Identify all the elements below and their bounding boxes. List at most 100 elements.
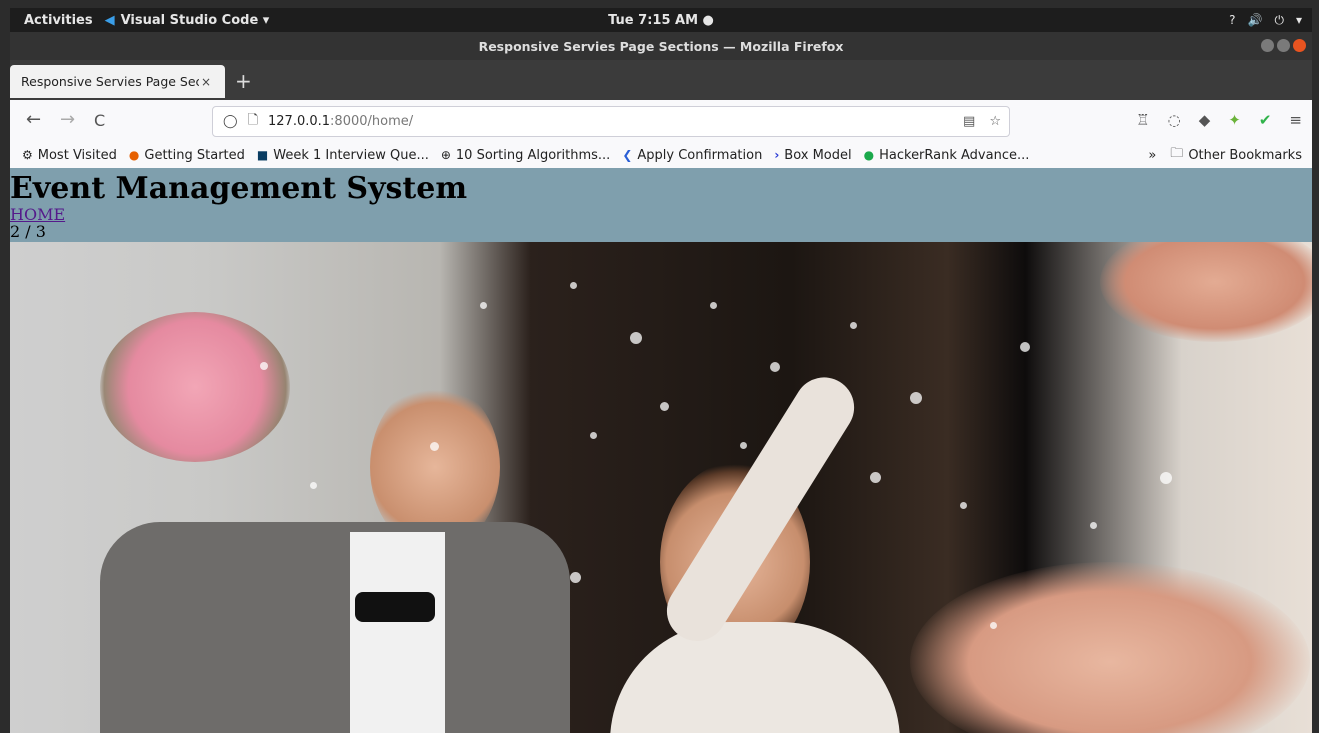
vscode-icon: ◀ xyxy=(104,12,115,28)
confetti xyxy=(1160,472,1172,484)
bow-tie-shape xyxy=(355,592,435,622)
guest-hand-top-shape xyxy=(1100,242,1312,342)
confetti xyxy=(310,482,317,489)
system-top-bar: Activities ◀ Visual Studio Code ▾ Tue 7:… xyxy=(10,8,1312,32)
download-extension-icon[interactable]: ✦ xyxy=(1228,111,1241,129)
forward-button[interactable]: → xyxy=(60,109,75,130)
app-name: Visual Studio Code ▾ xyxy=(120,12,270,28)
reader-view-icon[interactable]: ▤ xyxy=(963,114,975,129)
bookmark-label: HackerRank Advance... xyxy=(879,147,1030,163)
confetti xyxy=(480,302,487,309)
confetti xyxy=(570,282,577,289)
url-host: 127.0.0.1 xyxy=(268,114,331,129)
window-title-bar: Responsive Servies Page Sections — Mozil… xyxy=(10,32,1312,60)
shield-icon[interactable]: ◯ xyxy=(223,114,238,129)
window-controls xyxy=(1261,39,1306,52)
help-icon: ? xyxy=(1229,13,1236,27)
confetti xyxy=(850,322,857,329)
url-path: :8000/home/ xyxy=(330,114,414,129)
bookmark-getting-started[interactable]: ● Getting Started xyxy=(129,148,245,163)
confetti xyxy=(910,392,922,404)
pocket-icon[interactable]: ◌ xyxy=(1168,111,1181,129)
folder-icon: 🗀 xyxy=(1170,146,1184,161)
confetti xyxy=(770,362,780,372)
minimize-button[interactable] xyxy=(1261,39,1274,52)
confetti xyxy=(590,432,597,439)
menu-icon[interactable]: ≡ xyxy=(1289,111,1302,129)
bookmark-sorting[interactable]: ⊕ 10 Sorting Algorithms... xyxy=(441,148,610,163)
bookmark-label: Apply Confirmation xyxy=(637,147,763,163)
bookmarks-bar: ⚙ Most Visited ● Getting Started ■ Week 1 I… xyxy=(10,142,1312,168)
system-tray[interactable]: ? 🔊 ⏻ ▾ xyxy=(1229,13,1302,28)
check-extension-icon[interactable]: ✔ xyxy=(1259,111,1272,129)
home-link[interactable]: HOME xyxy=(10,207,1312,223)
browser-tab[interactable]: Responsive Servies Page Sec × xyxy=(10,65,225,98)
firefox-icon: ● xyxy=(128,148,140,162)
other-bookmarks[interactable]: 🗀 Other Bookmarks xyxy=(1170,144,1302,166)
site-icon: ■ xyxy=(256,148,269,162)
bookmark-label: Getting Started xyxy=(144,147,245,163)
bookmark-hackerrank[interactable]: ● HackerRank Advance... xyxy=(864,148,1030,163)
hero-slide-image xyxy=(10,242,1312,733)
bookmark-most-visited[interactable]: ⚙ Most Visited xyxy=(22,148,117,163)
url-bar[interactable]: ◯ 🗋 127.0.0.1:8000/home/ ▤ ☆ xyxy=(212,106,1010,137)
bookmark-box-model[interactable]: › Box Model xyxy=(774,148,851,163)
bookmarks-overflow-button[interactable]: » xyxy=(1148,148,1156,163)
confetti xyxy=(660,402,669,411)
close-window-button[interactable] xyxy=(1293,39,1306,52)
url-text[interactable]: 127.0.0.1:8000/home/ xyxy=(268,114,413,129)
tab-bar: Responsive Servies Page Sec × + xyxy=(10,60,1312,100)
extension-icon[interactable]: ◆ xyxy=(1199,111,1211,129)
confetti xyxy=(430,442,439,451)
bookmark-label: Most Visited xyxy=(37,147,117,163)
confetti xyxy=(710,302,717,309)
library-icon[interactable]: ♖ xyxy=(1136,111,1149,129)
bride-dress-shape xyxy=(610,622,900,733)
bookmark-label: Box Model xyxy=(784,147,852,163)
confetti xyxy=(870,472,881,483)
reload-button[interactable]: C xyxy=(94,111,105,130)
page-content: Event Management System HOME 2 / 3 xyxy=(10,168,1312,733)
groom-suit-shape xyxy=(100,522,570,733)
groom-shirt-shape xyxy=(350,532,445,733)
bookmark-label: Week 1 Interview Que... xyxy=(273,147,429,163)
bookmark-star-icon[interactable]: ☆ xyxy=(989,114,1001,129)
bookmark-week1[interactable]: ■ Week 1 Interview Que... xyxy=(257,148,429,163)
site-icon: › xyxy=(774,148,780,162)
tab-label: Responsive Servies Page Sec xyxy=(21,74,199,89)
power-icon: ⏻ xyxy=(1274,12,1284,27)
confetti xyxy=(570,572,581,583)
confetti xyxy=(260,362,268,370)
volume-icon: 🔊 xyxy=(1247,13,1263,27)
confetti xyxy=(740,442,747,449)
other-bookmarks-label: Other Bookmarks xyxy=(1188,147,1302,163)
confetti xyxy=(630,332,642,344)
hackerrank-icon: ● xyxy=(863,148,875,162)
page-title: Event Management System xyxy=(10,171,468,206)
app-menu[interactable]: ◀ Visual Studio Code ▾ xyxy=(105,13,270,28)
confetti xyxy=(960,502,967,509)
new-tab-button[interactable]: + xyxy=(235,69,252,93)
chevron-down-icon: ▾ xyxy=(1295,13,1302,27)
gear-icon: ⚙ xyxy=(22,148,33,162)
confetti xyxy=(990,622,997,629)
activities-button[interactable]: Activities xyxy=(10,13,105,28)
guest-hands-shape xyxy=(910,562,1310,733)
window-title: Responsive Servies Page Sections — Mozil… xyxy=(478,38,844,54)
close-tab-icon[interactable]: × xyxy=(201,75,211,89)
clock[interactable]: Tue 7:15 AM ● xyxy=(608,13,714,28)
bookmark-apply[interactable]: ❮ Apply Confirmation xyxy=(622,148,762,163)
globe-icon: ⊕ xyxy=(440,148,451,162)
bouquet-shape xyxy=(100,312,290,462)
toolbar-icons: ♖ ◌ ◆ ✦ ✔ ≡ xyxy=(1136,111,1302,129)
navigation-bar: ← → C ◯ 🗋 127.0.0.1:8000/home/ ▤ ☆ ♖ ◌ ◆… xyxy=(10,100,1312,143)
confetti xyxy=(1090,522,1097,529)
bookmark-label: 10 Sorting Algorithms... xyxy=(455,147,611,163)
page-icon: 🗋 xyxy=(247,112,259,128)
slide-counter: 2 / 3 xyxy=(10,222,46,241)
back-button[interactable]: ← xyxy=(26,109,41,130)
confetti xyxy=(1020,342,1030,352)
site-icon: ❮ xyxy=(622,148,633,162)
site-header: Event Management System HOME 2 / 3 xyxy=(10,168,1312,242)
maximize-button[interactable] xyxy=(1277,39,1290,52)
